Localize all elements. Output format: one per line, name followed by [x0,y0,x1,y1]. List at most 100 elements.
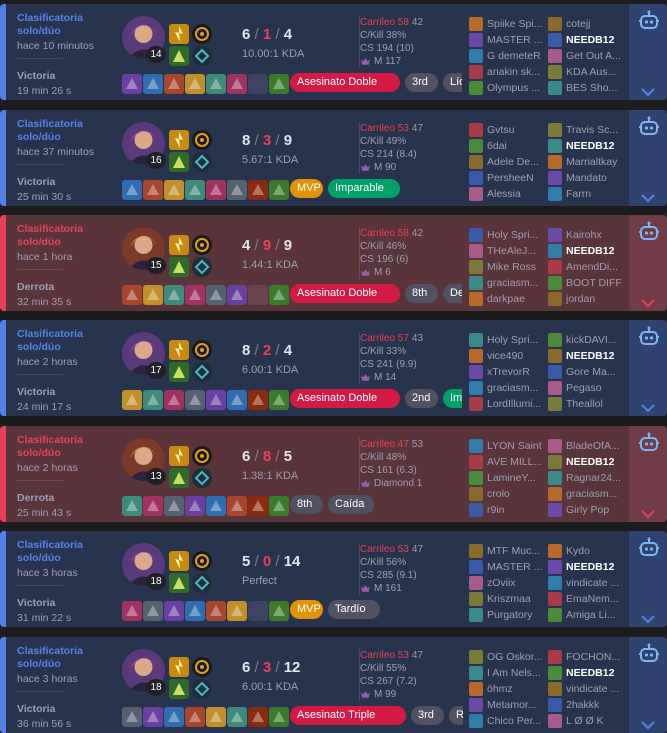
expand-panel[interactable] [629,4,667,100]
player-name[interactable]: crolo [487,488,510,500]
player-entry[interactable]: NEEDB12 [548,348,626,364]
ai-robot-icon[interactable] [638,326,660,348]
player-entry[interactable]: FOCHON... [548,649,626,665]
player-name[interactable]: Chico Per... [487,715,541,727]
player-name[interactable]: graciasm... [566,488,617,500]
ai-robot-icon[interactable] [638,10,660,32]
player-entry[interactable]: THeAleJ... [469,243,547,259]
player-entry[interactable]: NEEDB12 [548,559,626,575]
player-entry[interactable]: Gore Ma... [548,364,626,380]
player-entry[interactable]: jordan [548,291,626,307]
player-name[interactable]: cotejj [566,18,591,30]
expand-panel[interactable] [629,110,667,206]
player-name[interactable]: AmendDi... [566,261,618,273]
player-entry[interactable]: Amiga Li... [548,607,626,623]
player-name[interactable]: Olympus ... [487,82,540,94]
player-name[interactable]: vindicate ... [566,683,619,695]
player-entry[interactable]: PersheeN [469,170,547,186]
player-entry[interactable]: Get Out A... [548,48,626,64]
player-entry[interactable]: 6dai [469,138,547,154]
player-name[interactable]: NEEDB12 [566,34,614,46]
player-name[interactable]: Travis Sc... [566,124,618,136]
ai-robot-icon[interactable] [638,221,660,243]
expand-panel[interactable] [629,531,667,627]
player-name[interactable]: Gore Ma... [566,366,616,378]
player-entry[interactable]: AVE MILL... [469,454,547,470]
player-name[interactable]: Mike Ross [487,261,536,273]
player-name[interactable]: OG Oskor... [487,651,542,663]
player-name[interactable]: Get Out A... [566,50,621,62]
player-name[interactable]: Alessia [487,188,521,200]
player-entry[interactable]: NEEDB12 [548,138,626,154]
player-name[interactable]: G demeteR [487,50,541,62]
player-name[interactable]: AVE MILL... [487,456,542,468]
player-name[interactable]: PersheeN [487,172,534,184]
player-name[interactable]: 2hakkk [566,699,599,711]
player-name[interactable]: öhmz [487,683,513,695]
player-name[interactable]: Marrialtkay [566,156,617,168]
player-name[interactable]: MASTER ... [487,34,542,46]
player-name[interactable]: KDA Aus... [566,66,616,78]
player-entry[interactable]: anakin sk... [469,64,547,80]
player-name[interactable]: Holy Spri... [487,334,538,346]
player-name[interactable]: Mandato [566,172,607,184]
player-name[interactable]: zOviix [487,577,516,589]
player-name[interactable]: I Am Nels... [487,667,541,679]
ai-robot-icon[interactable] [638,432,660,454]
ai-robot-icon[interactable] [638,116,660,138]
player-entry[interactable]: Farrn [548,186,626,202]
player-entry[interactable]: cotejj [548,16,626,32]
player-name[interactable]: L Ø Ø K [566,715,604,727]
player-entry[interactable]: G demeteR [469,48,547,64]
player-name[interactable]: Gvtsu [487,124,514,136]
player-entry[interactable]: Mandato [548,170,626,186]
player-entry[interactable]: xTrevorR [469,364,547,380]
player-entry[interactable]: BladeOfA... [548,438,626,454]
chevron-down-icon[interactable] [641,84,655,97]
ai-robot-icon[interactable] [638,643,660,665]
match-row[interactable]: Clasificatoria solo/dúo hace 2 horas Victo… [0,320,667,416]
player-name[interactable]: BOOT DIFF [566,277,622,289]
player-entry[interactable]: Holy Spri... [469,227,547,243]
player-name[interactable]: r9in [487,504,505,516]
player-name[interactable]: kickDAVI... [566,334,617,346]
player-entry[interactable]: Alessia [469,186,547,202]
player-name[interactable]: jordan [566,293,595,305]
player-entry[interactable]: LordIllumi... [469,396,547,412]
player-name[interactable]: xTrevorR [487,366,530,378]
player-name[interactable]: Holy Spri... [487,229,538,241]
player-entry[interactable]: MASTER ... [469,32,547,48]
player-name[interactable]: NEEDB12 [566,140,614,152]
player-entry[interactable]: LamineY... [469,470,547,486]
player-entry[interactable]: vice490 [469,348,547,364]
player-name[interactable]: Ragnar24... [566,472,621,484]
player-entry[interactable]: NEEDB12 [548,665,626,681]
chevron-down-icon[interactable] [641,190,655,203]
player-name[interactable]: anakin sk... [487,66,540,78]
player-entry[interactable]: graciasm... [469,380,547,396]
player-entry[interactable]: Chico Per... [469,713,547,729]
player-entry[interactable]: Olympus ... [469,80,547,96]
player-name[interactable]: LYON Saint [487,440,542,452]
player-entry[interactable]: r9in [469,502,547,518]
player-entry[interactable]: NEEDB12 [548,454,626,470]
player-entry[interactable]: Theallol [548,396,626,412]
player-name[interactable]: Girly Pop [566,504,609,516]
player-entry[interactable]: Gvtsu [469,122,547,138]
player-entry[interactable]: Spiike Spi... [469,16,547,32]
player-name[interactable]: EmaNem... [566,593,619,605]
player-name[interactable]: darkpae [487,293,525,305]
player-entry[interactable]: Holy Spri... [469,332,547,348]
chevron-down-icon[interactable] [641,400,655,413]
player-name[interactable]: Adele De... [487,156,539,168]
player-name[interactable]: vindicate ... [566,577,619,589]
player-entry[interactable]: MASTER ... [469,559,547,575]
player-entry[interactable]: MTF Muc... [469,543,547,559]
ai-robot-icon[interactable] [638,537,660,559]
player-name[interactable]: NEEDB12 [566,667,614,679]
player-entry[interactable]: L Ø Ø K [548,713,626,729]
player-name[interactable]: Pegaso [566,382,602,394]
match-row[interactable]: Clasificatoria solo/dúo hace 10 minutos Vi… [0,4,667,100]
chevron-down-icon[interactable] [641,506,655,519]
player-entry[interactable]: Marrialtkay [548,154,626,170]
